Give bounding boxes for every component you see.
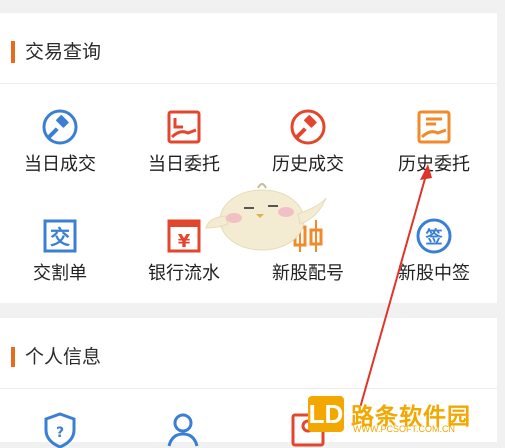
user-icon	[166, 412, 202, 448]
menu-item-label: 历史委托	[398, 154, 470, 175]
svg-text:¥: ¥	[178, 231, 191, 252]
svg-text:签: 签	[425, 227, 444, 248]
trade-query-header: 交易查询	[0, 13, 497, 83]
shield-icon: ?	[42, 412, 78, 448]
section-title: 交易查询	[25, 41, 102, 63]
hammer-circle-icon	[290, 109, 326, 145]
menu-item-label: 当日委托	[148, 154, 220, 175]
hammer-circle-icon	[42, 109, 78, 145]
hand-document-icon	[416, 109, 452, 145]
divider	[0, 83, 497, 84]
svg-text:?: ?	[56, 425, 64, 441]
menu-item-label: 新股配号	[272, 263, 344, 284]
section-accent-bar	[11, 41, 15, 63]
svg-text:交: 交	[50, 225, 70, 249]
section-title: 个人信息	[25, 346, 102, 368]
site-watermark: LD 路条软件园 WWW.PCSOFT.COM.CN	[305, 393, 500, 435]
lottery-sign-icon: 签	[416, 218, 452, 254]
delivery-slip-icon: 交	[42, 218, 78, 254]
personal-info-header: 个人信息	[0, 318, 497, 388]
menu-item-label: 交割单	[33, 263, 87, 284]
chick-mascot-icon	[200, 178, 330, 258]
hand-document-icon	[166, 109, 202, 145]
menu-item-label: 银行流水	[148, 263, 220, 284]
menu-item-label: 当日成交	[24, 154, 96, 175]
watermark-logo-box: LD	[308, 396, 344, 432]
watermark-url: WWW.PCSOFT.COM.CN	[353, 424, 455, 434]
yuan-ledger-icon: ¥	[166, 218, 202, 254]
section-accent-bar	[11, 347, 15, 367]
menu-item-label: 历史成交	[272, 154, 344, 175]
menu-item-label: 新股中签	[398, 263, 470, 284]
divider	[0, 388, 497, 389]
trade-query-card: 交易查询 当日成交 当日委托 历史成交 历史委托 交 交割单 ¥ 银行流水 新股…	[0, 13, 497, 303]
